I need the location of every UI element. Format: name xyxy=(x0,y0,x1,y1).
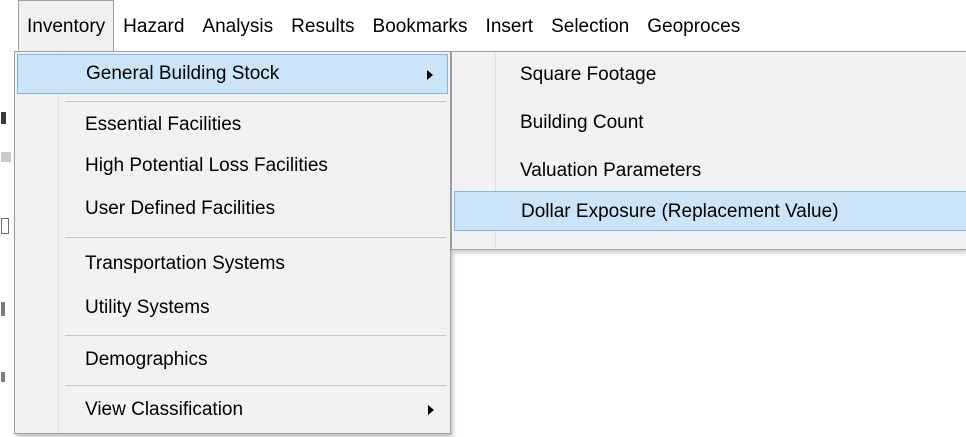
submenu-item-label: Building Count xyxy=(520,112,644,133)
menu-item-label: User Defined Facilities xyxy=(85,198,276,219)
menu-item-label: High Potential Loss Facilities xyxy=(85,155,328,176)
toolbar-fragment xyxy=(1,112,6,124)
menu-hazard[interactable]: Hazard xyxy=(114,0,193,52)
submenu-item-label: Square Footage xyxy=(520,64,657,85)
menu-analysis[interactable]: Analysis xyxy=(193,0,282,52)
menu-selection[interactable]: Selection xyxy=(542,0,638,52)
toolbar-fragment xyxy=(1,302,5,316)
menu-analysis-label: Analysis xyxy=(202,15,274,37)
menu-results-label: Results xyxy=(291,15,355,37)
menu-item-view-classification[interactable]: View Classification xyxy=(17,390,448,430)
menu-item-demographics[interactable]: Demographics xyxy=(17,340,448,380)
toolbar-fragment xyxy=(1,152,11,162)
menu-geoprocessing[interactable]: Geoproces xyxy=(638,0,749,52)
background-toolbar-strip xyxy=(0,52,14,437)
menu-bar: Inventory Hazard Analysis Results Bookma… xyxy=(0,0,966,52)
menu-item-label: Essential Facilities xyxy=(85,114,242,135)
menu-item-essential-facilities[interactable]: Essential Facilities xyxy=(17,105,448,145)
menu-bookmarks[interactable]: Bookmarks xyxy=(364,0,477,52)
menu-separator xyxy=(65,335,446,336)
menu-item-label: General Building Stock xyxy=(86,63,280,84)
menu-hazard-label: Hazard xyxy=(123,15,185,37)
menu-item-general-building-stock[interactable]: General Building Stock xyxy=(17,54,448,94)
menu-bookmarks-label: Bookmarks xyxy=(372,15,468,37)
menu-item-high-potential-loss-facilities[interactable]: High Potential Loss Facilities xyxy=(17,146,448,186)
menu-inventory-label: Inventory xyxy=(27,16,106,37)
menu-item-label: Transportation Systems xyxy=(85,253,285,274)
submenu-item-dollar-exposure[interactable]: Dollar Exposure (Replacement Value) xyxy=(454,191,966,231)
menu-results[interactable]: Results xyxy=(282,0,363,52)
menu-separator xyxy=(65,101,446,102)
chevron-right-icon xyxy=(427,70,433,80)
menu-insert-label: Insert xyxy=(485,15,534,37)
menu-item-label: Utility Systems xyxy=(85,297,210,318)
menu-item-utility-systems[interactable]: Utility Systems xyxy=(17,288,448,328)
toolbar-fragment xyxy=(1,372,5,382)
menu-geoprocessing-label: Geoproces xyxy=(647,15,741,37)
chevron-right-icon xyxy=(428,405,434,415)
toolbar-fragment xyxy=(1,218,9,234)
menu-inventory[interactable]: Inventory xyxy=(18,0,115,52)
menu-item-label: View Classification xyxy=(85,399,244,420)
inventory-dropdown-menu: General Building Stock Essential Facilit… xyxy=(14,51,451,434)
submenu-item-valuation-parameters[interactable]: Valuation Parameters xyxy=(454,151,966,191)
menu-separator xyxy=(65,237,446,238)
menu-separator xyxy=(65,385,446,386)
general-building-stock-submenu: Square Footage Building Count Valuation … xyxy=(451,51,966,250)
submenu-item-building-count[interactable]: Building Count xyxy=(454,103,966,143)
menu-item-transportation-systems[interactable]: Transportation Systems xyxy=(17,244,448,284)
menu-item-label: Demographics xyxy=(85,349,208,370)
submenu-item-square-footage[interactable]: Square Footage xyxy=(454,55,966,95)
menu-selection-label: Selection xyxy=(551,15,630,37)
submenu-item-label: Dollar Exposure (Replacement Value) xyxy=(521,201,839,222)
submenu-item-label: Valuation Parameters xyxy=(520,160,702,181)
menu-insert[interactable]: Insert xyxy=(477,0,543,52)
menu-item-user-defined-facilities[interactable]: User Defined Facilities xyxy=(17,189,448,229)
